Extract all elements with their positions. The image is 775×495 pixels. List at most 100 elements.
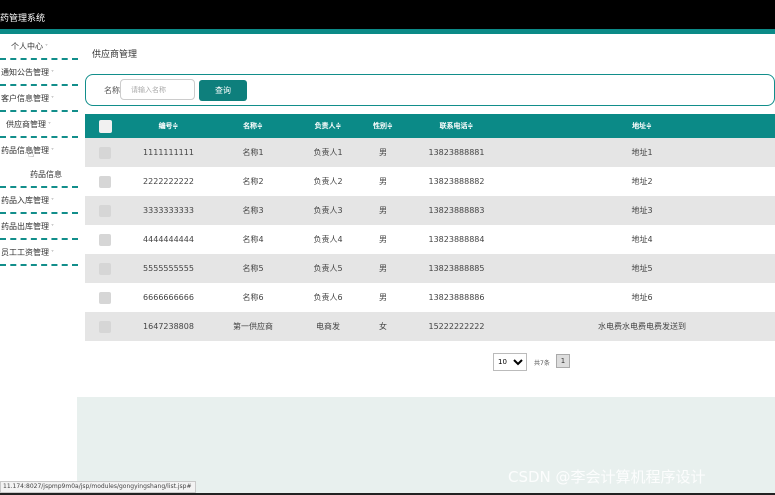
cell-address: 水电费水电费电费发送到	[598, 322, 686, 331]
cell-address: 地址1	[631, 148, 653, 157]
cell-address: 地址2	[631, 177, 653, 186]
cell-name: 名称6	[242, 293, 264, 302]
cell-id: 1111111111	[143, 148, 194, 157]
cell-name: 第一供应商	[233, 322, 273, 331]
chevron-down-icon: ˅	[51, 96, 54, 103]
column-header[interactable]: 负责人≑	[294, 114, 362, 138]
cell-gender: 男	[379, 177, 387, 186]
sidebar-item-label: 药品出库管理	[1, 222, 49, 231]
sidebar-item-label: 药品入库管理	[1, 196, 49, 205]
cell-manager: 负责人6	[313, 293, 343, 302]
cell-id: 2222222222	[143, 177, 194, 186]
chevron-down-icon: ˅	[45, 44, 48, 51]
cell-address: 地址5	[631, 264, 653, 273]
sidebar-item-notices[interactable]: 通知公告管理 ˅	[0, 60, 78, 86]
cell-address: 地址4	[631, 235, 653, 244]
cell-phone: 13823888882	[428, 177, 485, 186]
column-header[interactable]: 编号≑	[125, 114, 212, 138]
table-row: 1111111111 名称1 负责人1 男 13823888881 地址1	[85, 138, 775, 167]
column-header[interactable]: 性别≑	[362, 114, 404, 138]
cell-gender: 男	[379, 235, 387, 244]
cell-name: 名称2	[242, 177, 264, 186]
cell-phone: 13823888886	[428, 293, 485, 302]
status-bar-url: 11.174:8027/jspmp9m0a/jsp/modules/gongyi…	[0, 481, 196, 493]
cell-manager: 负责人4	[313, 235, 343, 244]
cell-phone: 13823888885	[428, 264, 485, 273]
sidebar-item-label: 客户信息管理	[1, 94, 49, 103]
sidebar-item-label: 通知公告管理	[1, 68, 49, 77]
table-row: 5555555555 名称5 负责人5 男 13823888885 地址5	[85, 254, 775, 283]
cell-gender: 男	[379, 293, 387, 302]
chevron-down-icon: ˅	[51, 224, 54, 231]
cell-id: 5555555555	[143, 264, 194, 273]
table-row: 3333333333 名称3 负责人3 男 13823888883 地址3	[85, 196, 775, 225]
cell-manager: 负责人3	[313, 206, 343, 215]
search-button[interactable]: 查询	[199, 80, 247, 101]
cell-name: 名称5	[242, 264, 264, 273]
watermark: CSDN @李会计算机程序设计	[508, 468, 706, 486]
chevron-down-icon: ˅	[51, 250, 54, 257]
supplier-table-wrap: 编号≑ 名称≑ 负责人≑ 性别≑ 联系电话≑ 地址≑ 1111111111 名称…	[85, 114, 775, 341]
table-row: 1647238808 第一供应商 电商发 女 15222222222 水电费水电…	[85, 312, 775, 341]
column-header[interactable]: 名称≑	[212, 114, 294, 138]
page-size-select[interactable]: 10	[493, 353, 527, 371]
sidebar-subitem-label: 药品信息	[30, 170, 62, 179]
cell-name: 名称3	[242, 206, 264, 215]
cell-phone: 13823888883	[428, 206, 485, 215]
column-header[interactable]: 地址≑	[509, 114, 775, 138]
sidebar-item-salary[interactable]: 员工工资管理 ˅	[0, 240, 78, 266]
table-row: 2222222222 名称2 负责人2 男 13823888882 地址2	[85, 167, 775, 196]
cell-manager: 负责人5	[313, 264, 343, 273]
sidebar-item-stock-in[interactable]: 药品入库管理 ˅	[0, 188, 78, 214]
accent-strip	[0, 29, 775, 34]
cell-phone: 13823888881	[428, 148, 485, 157]
cell-id: 6666666666	[143, 293, 194, 302]
sidebar: 个人中心 ˅ 通知公告管理 ˅ 客户信息管理 ˅ 供应商管理 ˅ 药品信息管理 ˅ ☝ 药…	[0, 34, 78, 266]
chevron-down-icon: ˅	[51, 198, 54, 205]
row-checkbox[interactable]	[99, 204, 111, 217]
sidebar-item-label: 供应商管理	[6, 120, 46, 129]
sidebar-item-label: 药品信息管理	[1, 146, 49, 155]
sidebar-item-suppliers[interactable]: 供应商管理 ˅	[0, 112, 78, 138]
cell-address: 地址3	[631, 206, 653, 215]
row-checkbox[interactable]	[99, 320, 111, 333]
column-header[interactable]: 联系电话≑	[404, 114, 509, 138]
search-panel: 名称 查询	[85, 74, 775, 106]
search-label: 名称	[104, 86, 120, 95]
table-header-row: 编号≑ 名称≑ 负责人≑ 性别≑ 联系电话≑ 地址≑	[85, 114, 775, 138]
row-checkbox[interactable]	[99, 262, 111, 275]
cell-id: 4444444444	[143, 235, 194, 244]
select-all-checkbox[interactable]	[98, 119, 112, 133]
row-checkbox[interactable]	[99, 233, 111, 246]
supplier-table: 编号≑ 名称≑ 负责人≑ 性别≑ 联系电话≑ 地址≑ 1111111111 名称…	[85, 114, 775, 341]
chevron-down-icon: ˅	[51, 148, 54, 155]
sidebar-subitem-drug-info[interactable]: 药品信息	[0, 164, 78, 188]
row-checkbox[interactable]	[99, 175, 111, 188]
chevron-down-icon: ˅	[51, 70, 54, 77]
table-row: 4444444444 名称4 负责人4 男 13823888884 地址4	[85, 225, 775, 254]
cell-manager: 负责人2	[313, 177, 343, 186]
sidebar-item-stock-out[interactable]: 药品出库管理 ˅	[0, 214, 78, 240]
sidebar-item-label: 个人中心	[11, 42, 43, 51]
row-checkbox[interactable]	[99, 291, 111, 304]
cell-id: 3333333333	[143, 206, 194, 215]
chevron-down-icon: ˅	[48, 122, 51, 129]
cell-gender: 男	[379, 264, 387, 273]
table-row: 6666666666 名称6 负责人6 男 13823888886 地址6	[85, 283, 775, 312]
cell-phone: 13823888884	[428, 235, 485, 244]
cell-name: 名称4	[242, 235, 264, 244]
search-input[interactable]	[120, 79, 195, 100]
cell-id: 1647238808	[143, 322, 194, 331]
sidebar-item-customers[interactable]: 客户信息管理 ˅	[0, 86, 78, 112]
sidebar-item-label: 员工工资管理	[1, 248, 49, 257]
row-checkbox[interactable]	[99, 146, 111, 159]
total-count: 共7条	[534, 360, 550, 367]
cell-phone: 15222222222	[428, 322, 485, 331]
sidebar-item-drug-info[interactable]: 药品信息管理 ˅ ☝	[0, 138, 78, 164]
cell-gender: 男	[379, 206, 387, 215]
breadcrumb: 供应商管理	[92, 50, 138, 60]
sidebar-item-profile[interactable]: 个人中心 ˅	[0, 34, 78, 60]
cell-address: 地址6	[631, 293, 653, 302]
cell-gender: 男	[379, 148, 387, 157]
page-number-button[interactable]: 1	[556, 354, 570, 368]
